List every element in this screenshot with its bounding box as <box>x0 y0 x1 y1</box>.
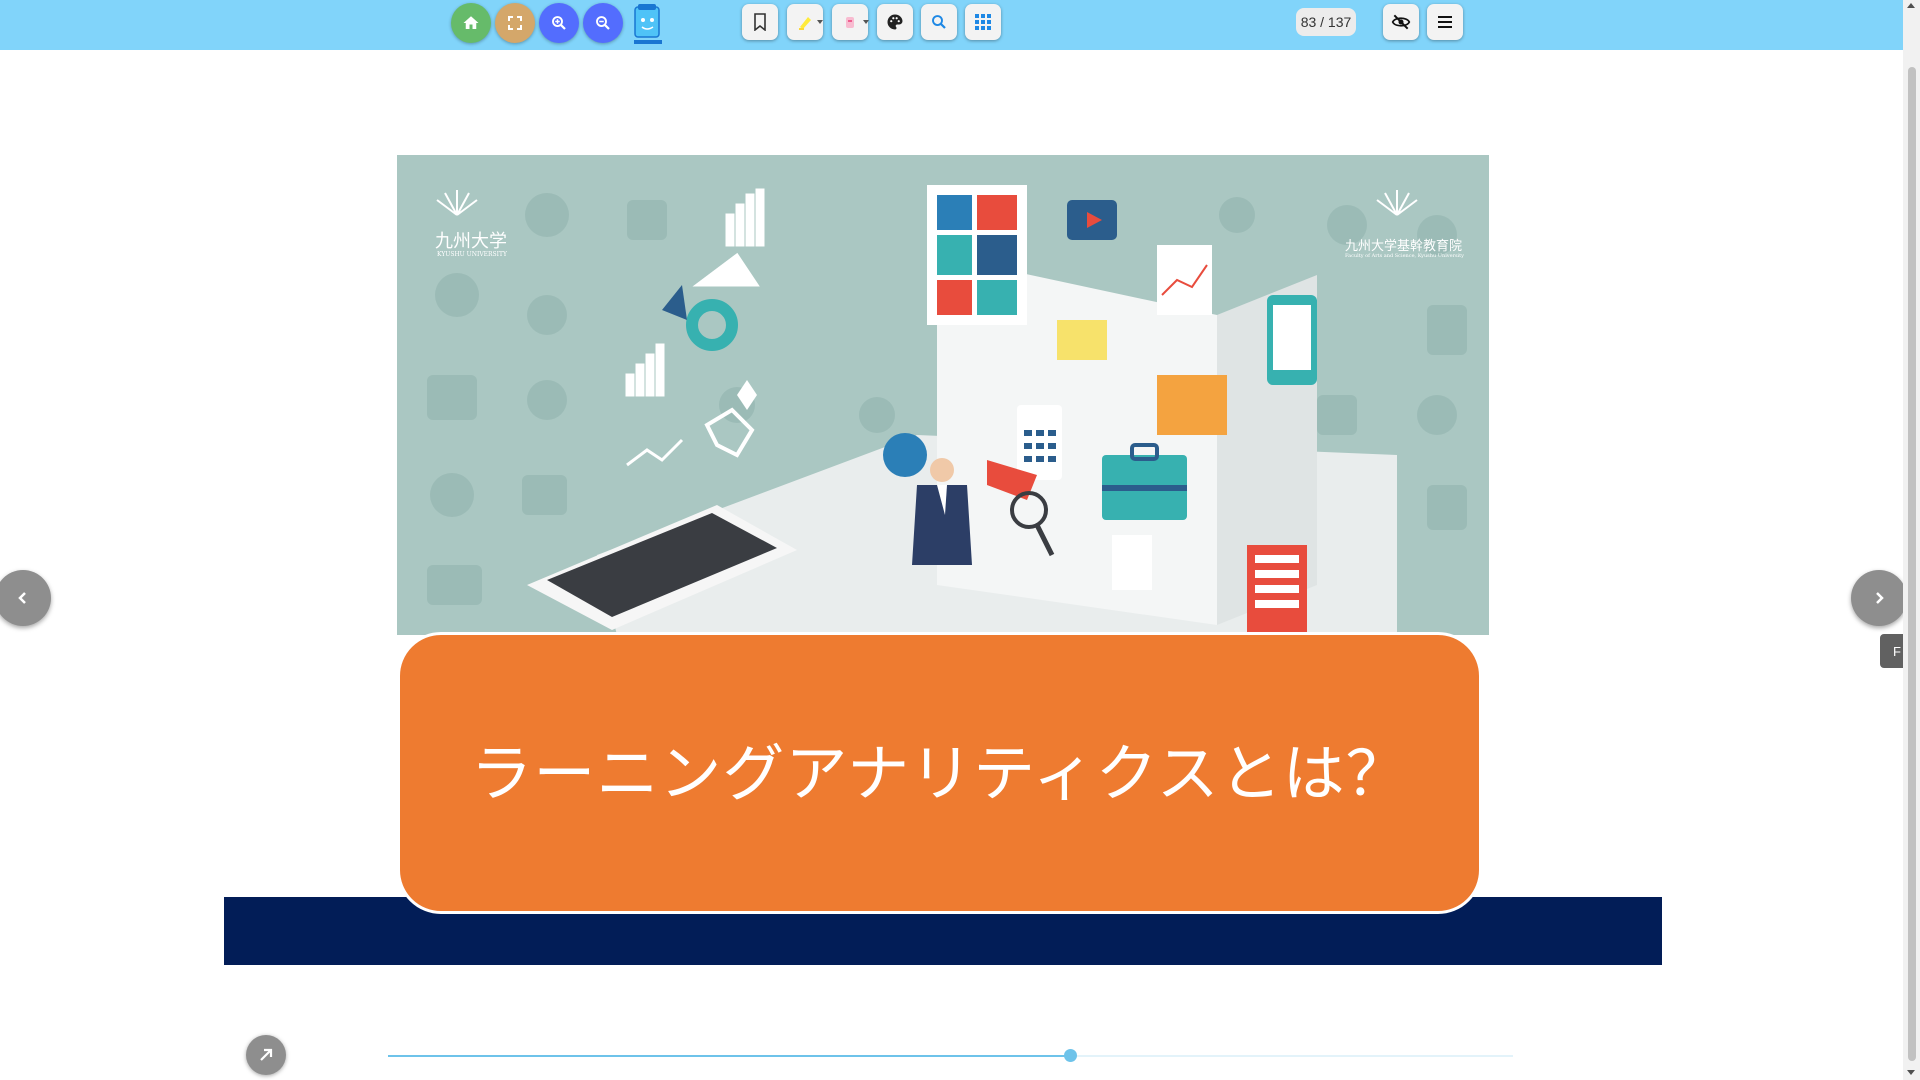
app-logo[interactable] <box>632 4 664 46</box>
open-external-button[interactable] <box>246 1035 286 1075</box>
chevron-right-icon <box>1876 592 1884 604</box>
scroll-up-arrow[interactable] <box>1907 3 1915 8</box>
page-slider-thumb[interactable] <box>1063 1049 1077 1062</box>
arrow-up-right-icon <box>260 1048 273 1061</box>
page-counter[interactable]: 83 / 137 <box>1296 8 1356 36</box>
zoom-in-icon <box>552 16 566 30</box>
zoom-out-icon <box>596 16 610 30</box>
vertical-scrollbar[interactable] <box>1903 0 1920 1080</box>
marker-dropdown[interactable] <box>863 20 869 24</box>
hide-ui-button[interactable] <box>1383 4 1419 40</box>
logo-left-subtext: KYUSHU UNIVERSITY <box>437 251 507 258</box>
slide-title: ラーニングアナリティクスとは？ <box>470 737 1409 810</box>
highlighter-dropdown[interactable] <box>817 20 823 24</box>
search-button[interactable] <box>921 4 957 40</box>
prev-page-button[interactable] <box>0 570 51 626</box>
top-toolbar: 83 / 137 <box>0 0 1903 50</box>
zoom-out-button[interactable] <box>583 3 623 43</box>
fullscreen-icon <box>508 16 522 30</box>
app-logo-icon <box>634 4 662 44</box>
grid-icon <box>975 14 991 30</box>
search-icon <box>932 15 946 29</box>
next-page-button[interactable] <box>1851 570 1907 626</box>
scroll-down-arrow[interactable] <box>1907 1070 1915 1075</box>
slide-title-box: ラーニングアナリティクスとは？ <box>397 632 1482 914</box>
side-panel-tab[interactable]: F <box>1880 634 1903 668</box>
logo-right-text: 九州大学基幹教育院 <box>1345 239 1463 254</box>
fullscreen-button[interactable] <box>495 3 535 43</box>
page-slider-fill <box>388 1055 1070 1057</box>
bookmark-icon <box>754 13 766 31</box>
highlighter-icon <box>799 17 811 30</box>
menu-button[interactable] <box>1427 4 1463 40</box>
home-button[interactable] <box>451 3 491 43</box>
palette-button[interactable] <box>877 4 913 40</box>
hide-icon <box>1391 14 1411 30</box>
palette-icon <box>887 14 903 30</box>
logo-right-subtext: Faculty of Arts and Science, Kyushu Univ… <box>1345 253 1464 259</box>
home-icon <box>463 16 479 29</box>
thumbnail-grid-button[interactable] <box>965 4 1001 40</box>
logo-left-text: 九州大学 <box>435 231 507 252</box>
menu-icon <box>1438 16 1452 28</box>
learning-analytics-illustration <box>427 185 1467 635</box>
zoom-in-button[interactable] <box>539 3 579 43</box>
scroll-thumb[interactable] <box>1908 67 1916 1061</box>
chevron-left-icon <box>18 592 26 604</box>
marker-icon <box>846 17 854 28</box>
page-slider[interactable] <box>388 1049 1513 1062</box>
bookmark-button[interactable] <box>742 4 778 40</box>
